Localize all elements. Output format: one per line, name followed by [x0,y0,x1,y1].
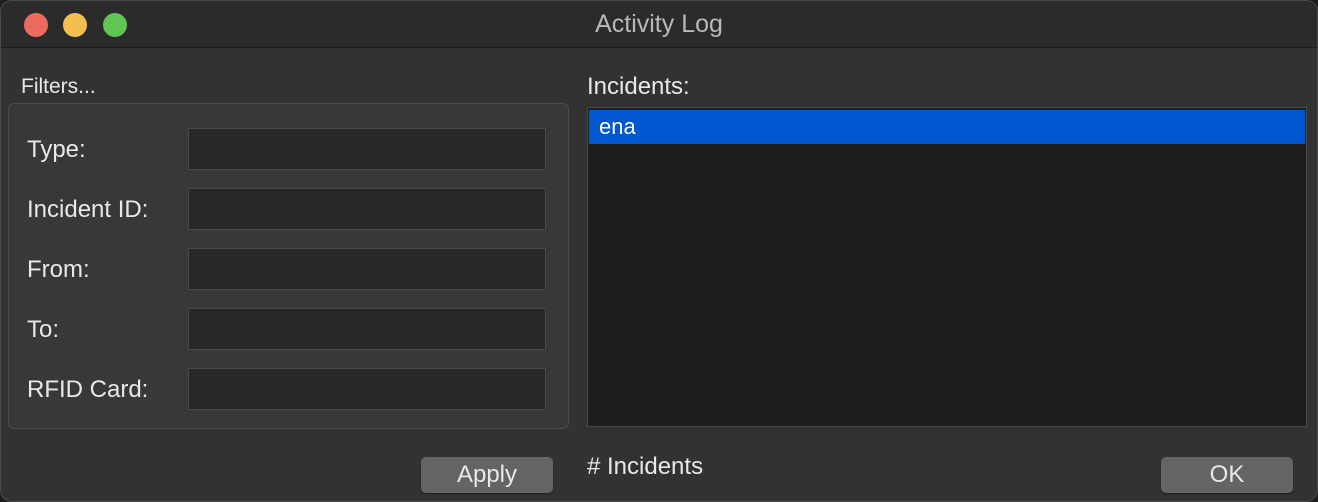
ok-button[interactable]: OK [1161,457,1293,493]
list-item[interactable]: ena [589,110,1305,144]
incidents-list[interactable]: ena [587,107,1307,427]
from-input[interactable] [188,248,546,290]
incident-id-input[interactable] [188,188,546,230]
from-label: From: [27,256,90,283]
close-window-button[interactable] [24,13,48,37]
type-input[interactable] [188,128,546,170]
incident-id-label: Incident ID: [27,196,149,223]
window-title: Activity Log [595,10,723,38]
type-label: Type: [27,136,86,163]
filters-group-label: Filters... [21,75,96,98]
zoom-window-button[interactable] [103,13,127,37]
rfid-card-label: RFID Card: [27,376,149,403]
rfid-card-input[interactable] [188,368,546,410]
minimize-window-button[interactable] [63,13,87,37]
title-bar[interactable]: Activity Log [1,1,1317,48]
to-label: To: [27,316,60,343]
incident-count-label: # Incidents [587,453,704,480]
activity-log-window: Activity Log Filters... Type: Incident I… [0,0,1318,502]
to-input[interactable] [188,308,546,350]
apply-button[interactable]: Apply [421,457,553,493]
incidents-label: Incidents: [587,73,690,100]
